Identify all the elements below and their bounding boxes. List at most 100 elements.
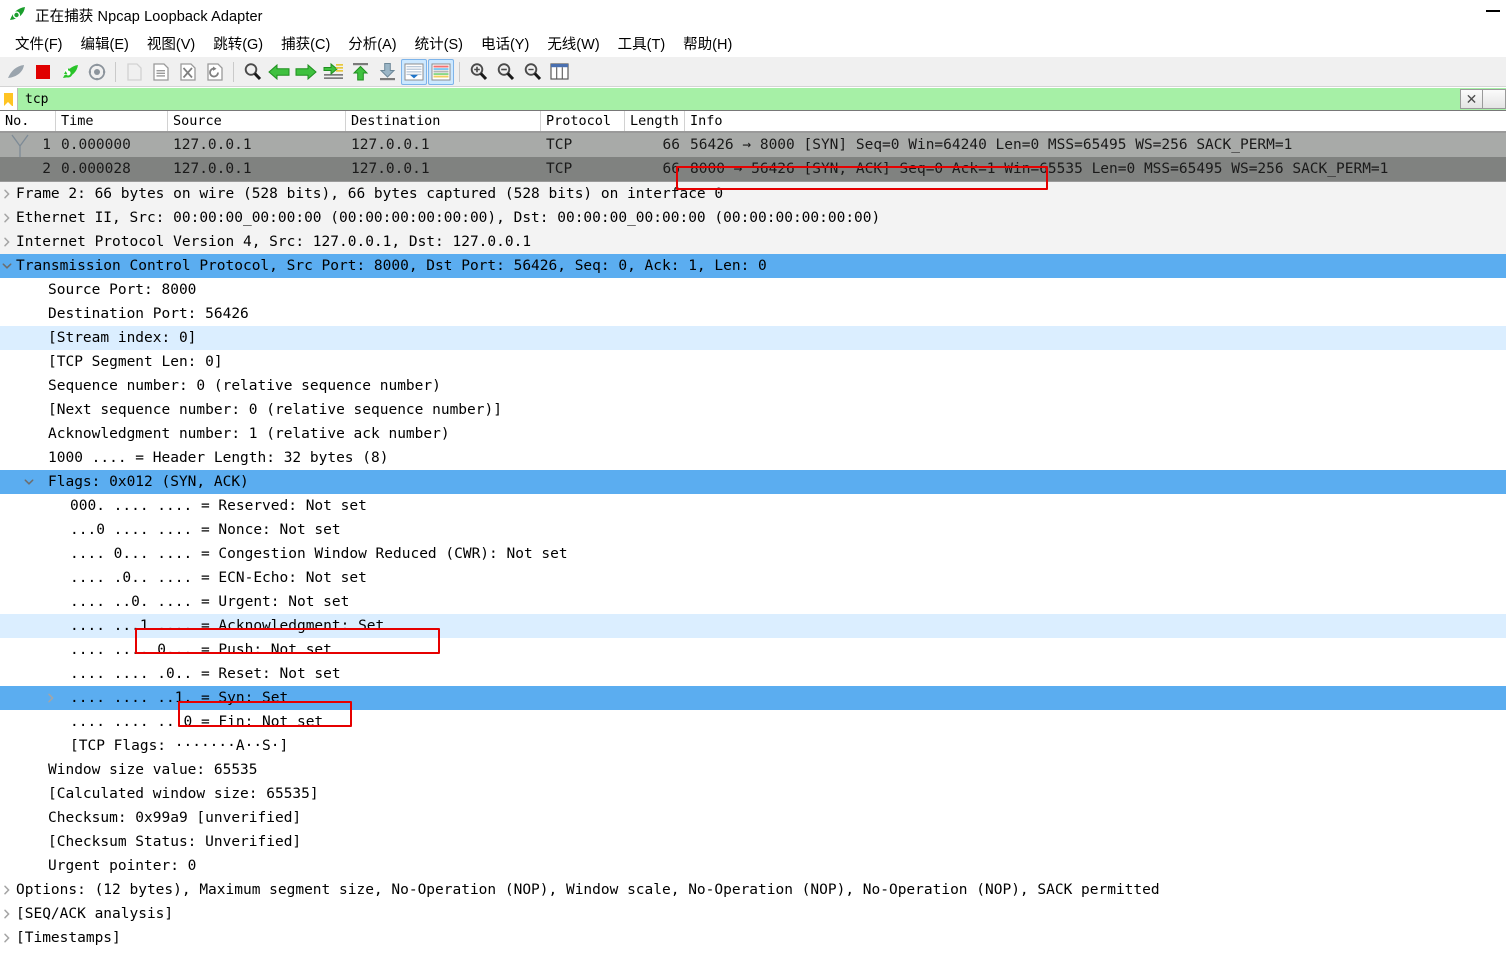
chevron-right-icon[interactable]	[0, 885, 14, 895]
column-header-source[interactable]: Source	[168, 111, 346, 131]
detail-tree-row[interactable]: Sequence number: 0 (relative sequence nu…	[0, 374, 1506, 398]
detail-tree-row[interactable]: .... ..0. .... = Urgent: Not set	[0, 590, 1506, 614]
detail-tree-row[interactable]: [TCP Segment Len: 0]	[0, 350, 1506, 374]
chevron-down-icon[interactable]	[22, 477, 36, 487]
open-file-icon[interactable]	[121, 59, 147, 85]
colorize-packets-icon[interactable]	[428, 59, 454, 85]
go-first-packet-icon[interactable]	[347, 59, 373, 85]
find-packet-icon[interactable]	[239, 59, 265, 85]
start-capture-icon[interactable]	[3, 59, 29, 85]
detail-tree-row[interactable]: .... .... .0.. = Reset: Not set	[0, 662, 1506, 686]
menu-file[interactable]: 文件(F)	[6, 30, 72, 57]
detail-tree-row[interactable]: .... 0... .... = Congestion Window Reduc…	[0, 542, 1506, 566]
menu-go[interactable]: 跳转(G)	[204, 30, 272, 57]
menu-help[interactable]: 帮助(H)	[674, 30, 741, 57]
menu-telephony[interactable]: 电话(Y)	[472, 30, 538, 57]
detail-tree-row[interactable]: [SEQ/ACK analysis]	[0, 902, 1506, 926]
detail-tree-row[interactable]: [Calculated window size: 65535]	[0, 782, 1506, 806]
display-filter-input[interactable]	[18, 88, 1460, 110]
restart-capture-icon[interactable]	[57, 59, 83, 85]
auto-scroll-icon[interactable]	[401, 59, 427, 85]
detail-tree-label: Source Port: 8000	[36, 282, 196, 298]
go-last-packet-icon[interactable]	[374, 59, 400, 85]
clear-filter-button[interactable]: ✕	[1460, 89, 1483, 109]
detail-tree-row[interactable]: Flags: 0x012 (SYN, ACK)	[0, 470, 1506, 494]
column-header-destination[interactable]: Destination	[346, 111, 541, 131]
zoom-in-icon[interactable]	[465, 59, 491, 85]
column-header-time[interactable]: Time	[56, 111, 168, 131]
detail-tree-row[interactable]: [Next sequence number: 0 (relative seque…	[0, 398, 1506, 422]
close-file-icon[interactable]	[175, 59, 201, 85]
detail-tree-row[interactable]: [Stream index: 0]	[0, 326, 1506, 350]
resize-columns-icon[interactable]	[546, 59, 572, 85]
detail-tree-row[interactable]: .... .... ...0 = Fin: Not set	[0, 710, 1506, 734]
detail-tree-row[interactable]: 1000 .... = Header Length: 32 bytes (8)	[0, 446, 1506, 470]
detail-tree-row[interactable]: Source Port: 8000	[0, 278, 1506, 302]
wireshark-window: 正在捕获 Npcap Loopback Adapter 文件(F) 编辑(E) …	[0, 0, 1506, 975]
detail-tree-label: .... .... ..1. = Syn: Set	[58, 690, 288, 706]
chevron-right-icon[interactable]	[0, 933, 14, 943]
chevron-right-icon[interactable]	[0, 237, 14, 247]
column-header-info[interactable]: Info	[685, 111, 1506, 131]
go-back-icon[interactable]	[266, 59, 292, 85]
reload-file-icon[interactable]	[202, 59, 228, 85]
detail-tree-label: Urgent pointer: 0	[36, 858, 196, 874]
detail-tree-label: .... .0.. .... = ECN-Echo: Not set	[58, 570, 367, 586]
cell-time: 0.000000	[56, 137, 168, 153]
detail-tree-row[interactable]: .... .... ..1. = Syn: Set	[0, 686, 1506, 710]
detail-tree-label: [Stream index: 0]	[36, 330, 196, 346]
chevron-right-icon[interactable]	[0, 189, 14, 199]
detail-tree-row[interactable]: Urgent pointer: 0	[0, 854, 1506, 878]
menu-analyze[interactable]: 分析(A)	[339, 30, 405, 57]
detail-tree-row[interactable]: Checksum: 0x99a9 [unverified]	[0, 806, 1506, 830]
apply-filter-button[interactable]	[1483, 89, 1506, 109]
detail-tree-label: [TCP Flags: ·······A··S·]	[58, 738, 288, 754]
save-file-icon[interactable]	[148, 59, 174, 85]
detail-tree-row[interactable]: Frame 2: 66 bytes on wire (528 bits), 66…	[0, 182, 1506, 206]
chevron-right-icon[interactable]	[0, 213, 14, 223]
detail-tree-label: .... ...1 .... = Acknowledgment: Set	[58, 618, 384, 634]
detail-tree-row[interactable]: Internet Protocol Version 4, Src: 127.0.…	[0, 230, 1506, 254]
detail-tree-row[interactable]: Destination Port: 56426	[0, 302, 1506, 326]
menu-edit[interactable]: 编辑(E)	[72, 30, 138, 57]
detail-tree-row[interactable]: .... .... 0... = Push: Not set	[0, 638, 1506, 662]
bookmark-icon[interactable]	[0, 88, 18, 110]
detail-tree-row[interactable]: 000. .... .... = Reserved: Not set	[0, 494, 1506, 518]
chevron-right-icon[interactable]	[0, 909, 14, 919]
detail-tree-row[interactable]: .... .0.. .... = ECN-Echo: Not set	[0, 566, 1506, 590]
detail-tree-row[interactable]: [Timestamps]	[0, 926, 1506, 950]
stop-capture-icon[interactable]	[30, 59, 56, 85]
cell-length: 66	[625, 137, 685, 153]
menu-tools[interactable]: 工具(T)	[609, 30, 675, 57]
detail-tree-row[interactable]: Transmission Control Protocol, Src Port:…	[0, 254, 1506, 278]
detail-tree-row[interactable]: [Checksum Status: Unverified]	[0, 830, 1506, 854]
menu-wireless[interactable]: 无线(W)	[538, 30, 608, 57]
toolbar-separator	[115, 62, 116, 82]
table-row[interactable]: 1 0.000000 127.0.0.1 127.0.0.1 TCP 66 56…	[0, 133, 1506, 157]
detail-tree-row[interactable]: Acknowledgment number: 1 (relative ack n…	[0, 422, 1506, 446]
menu-statistics[interactable]: 统计(S)	[406, 30, 472, 57]
column-header-protocol[interactable]: Protocol	[541, 111, 625, 131]
go-to-packet-icon[interactable]	[320, 59, 346, 85]
zoom-out-icon[interactable]	[492, 59, 518, 85]
detail-tree-row[interactable]: ...0 .... .... = Nonce: Not set	[0, 518, 1506, 542]
menu-view[interactable]: 视图(V)	[138, 30, 204, 57]
menu-capture[interactable]: 捕获(C)	[272, 30, 339, 57]
zoom-reset-icon[interactable]	[519, 59, 545, 85]
detail-tree-label: ...0 .... .... = Nonce: Not set	[58, 522, 341, 538]
chevron-down-icon[interactable]	[0, 261, 14, 271]
detail-tree-row[interactable]: [TCP Flags: ·······A··S·]	[0, 734, 1506, 758]
go-forward-icon[interactable]	[293, 59, 319, 85]
chevron-right-icon[interactable]	[44, 693, 58, 703]
minimize-button[interactable]	[1486, 10, 1500, 12]
detail-tree-row[interactable]: .... ...1 .... = Acknowledgment: Set	[0, 614, 1506, 638]
detail-tree-row[interactable]: Options: (12 bytes), Maximum segment siz…	[0, 878, 1506, 902]
table-row[interactable]: 2 0.000028 127.0.0.1 127.0.0.1 TCP 66 80…	[0, 157, 1506, 181]
detail-tree-label: Options: (12 bytes), Maximum segment siz…	[14, 882, 1160, 898]
column-header-length[interactable]: Length	[625, 111, 685, 131]
column-header-no[interactable]: No.	[0, 111, 56, 131]
detail-tree-row[interactable]: Window size value: 65535	[0, 758, 1506, 782]
detail-tree-label: Transmission Control Protocol, Src Port:…	[14, 258, 767, 274]
detail-tree-row[interactable]: Ethernet II, Src: 00:00:00_00:00:00 (00:…	[0, 206, 1506, 230]
capture-options-icon[interactable]	[84, 59, 110, 85]
